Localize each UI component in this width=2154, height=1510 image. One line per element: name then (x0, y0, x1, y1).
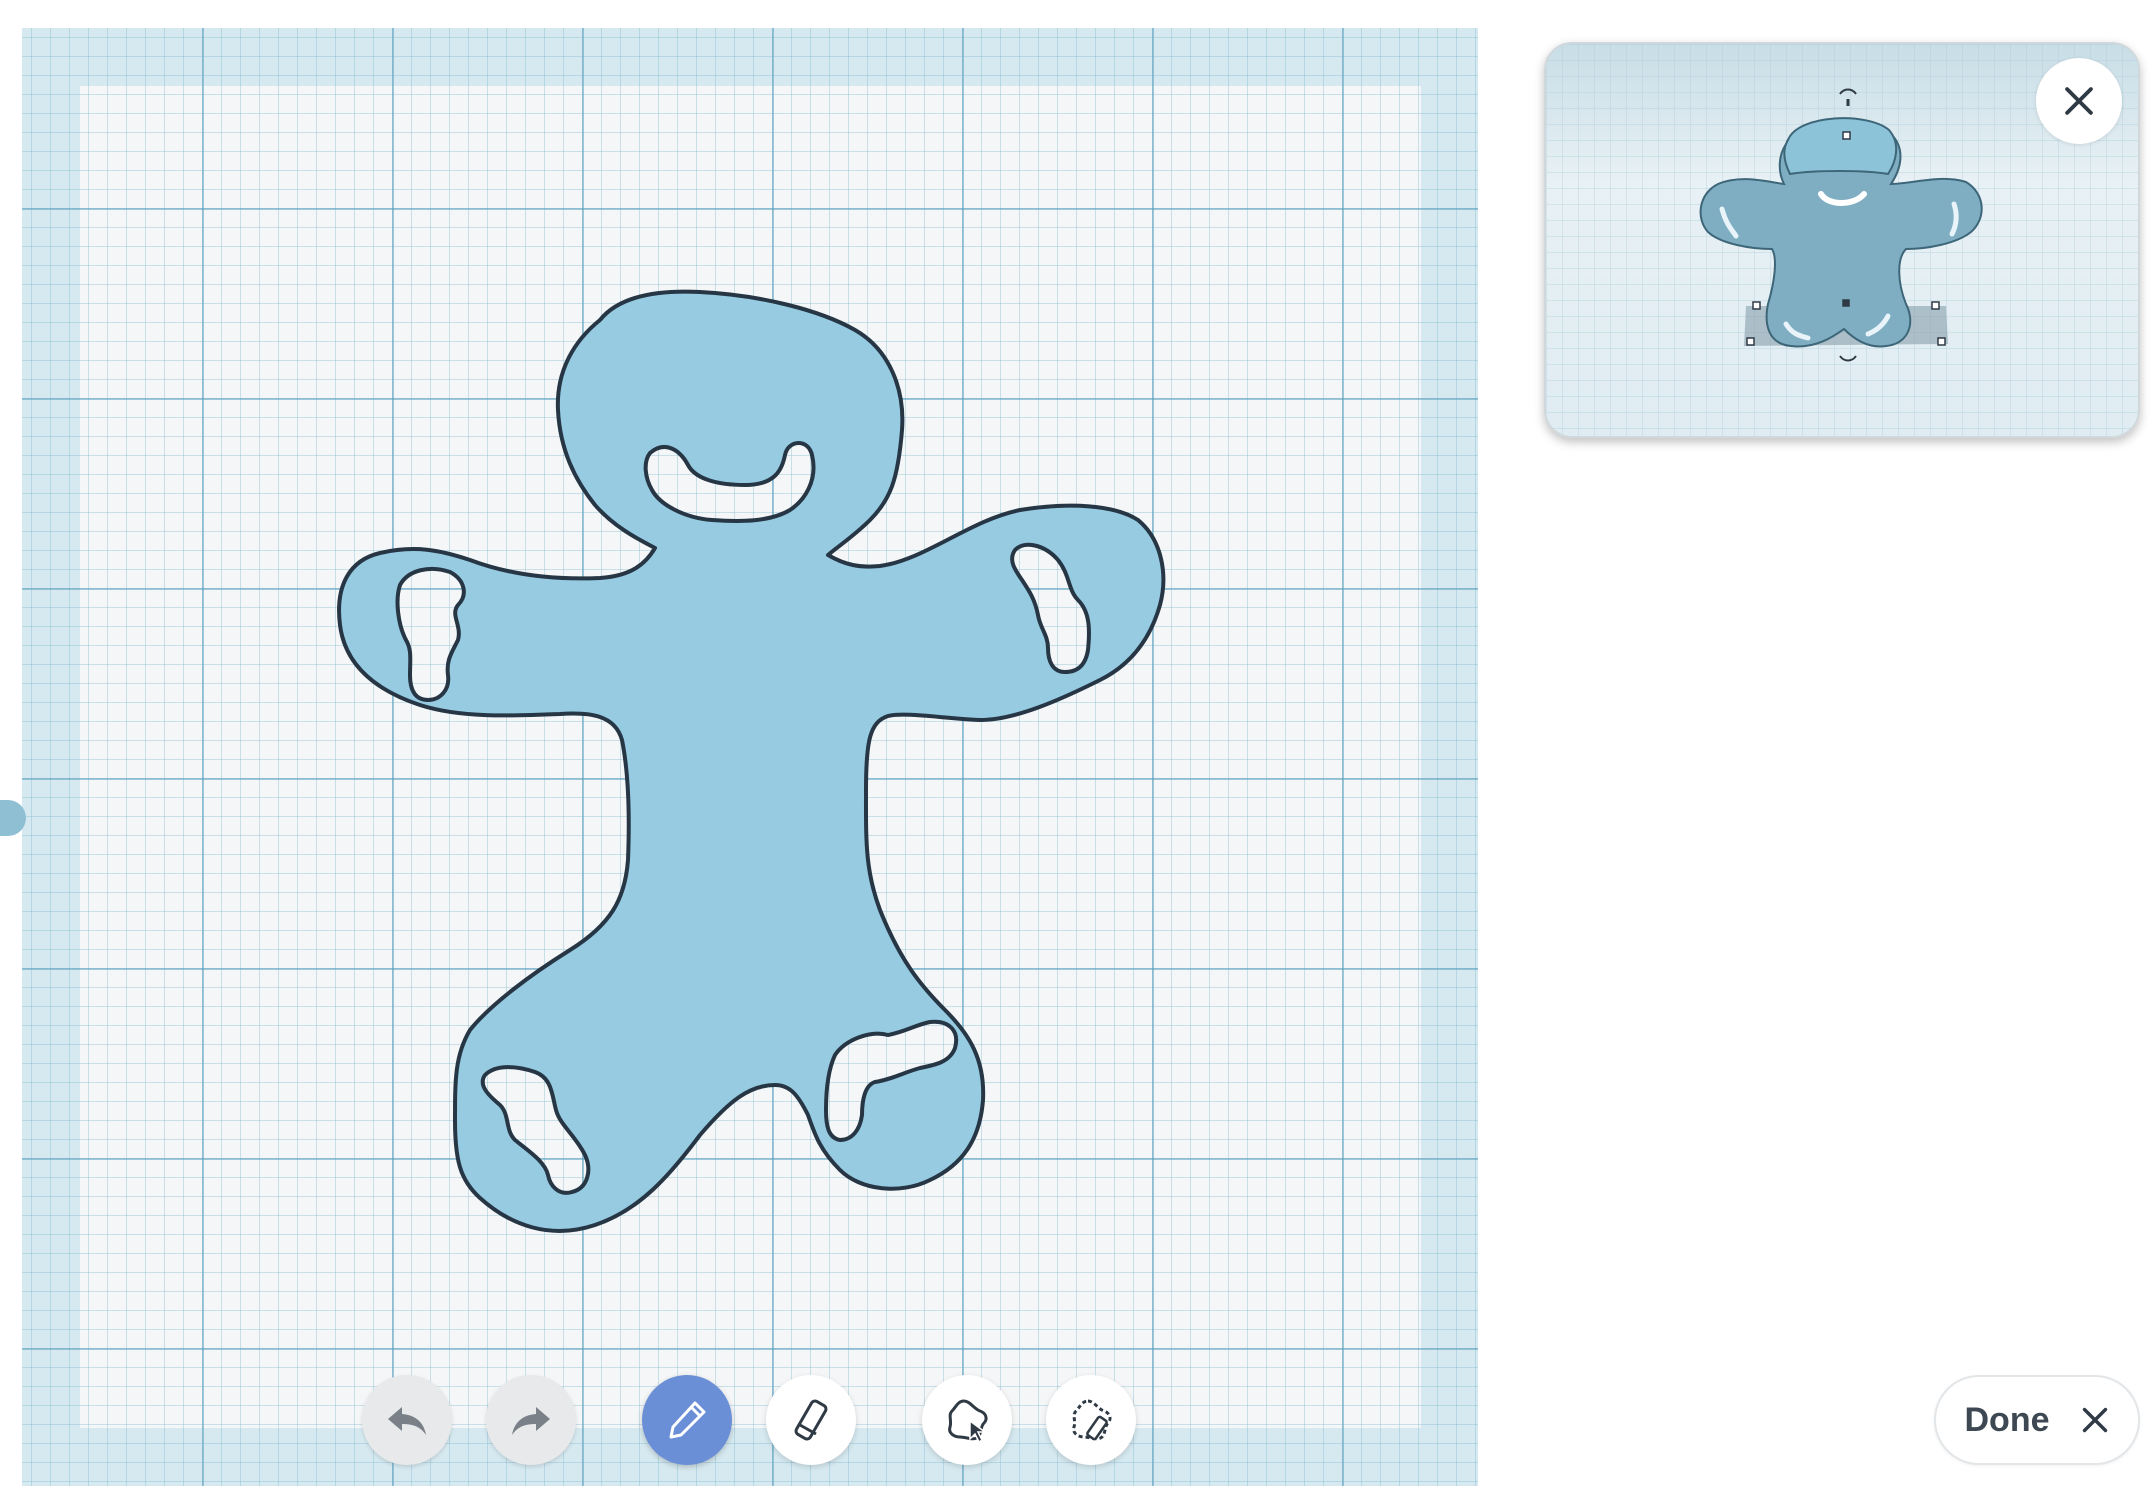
undo-arrow-icon (388, 1407, 426, 1435)
sketch-canvas[interactable] (22, 28, 1478, 1486)
close-icon (2082, 1407, 2107, 1433)
pencil-tool-button[interactable] (642, 1375, 732, 1465)
pencil-icon (669, 1401, 706, 1439)
undo-button[interactable] (362, 1375, 452, 1465)
redo-button[interactable] (486, 1375, 576, 1465)
preview-close-button[interactable] (2036, 58, 2122, 144)
select-shape-tool-button[interactable] (922, 1375, 1012, 1465)
redo-arrow-icon (512, 1407, 550, 1435)
drawn-shape-layer[interactable] (22, 28, 1478, 1486)
sketch-editor: Done (0, 0, 2154, 1510)
select-shape-icon (948, 1399, 988, 1444)
eraser-tool-button[interactable] (766, 1375, 856, 1465)
erase-shape-tool-button[interactable] (1046, 1375, 1136, 1465)
close-icon (2065, 87, 2093, 115)
done-button[interactable]: Done (1934, 1375, 2140, 1465)
eraser-icon (794, 1399, 828, 1441)
done-button-label: Done (1964, 1400, 2050, 1439)
erase-shape-icon (1072, 1399, 1112, 1441)
gingerbread-shape[interactable] (337, 289, 1166, 1233)
